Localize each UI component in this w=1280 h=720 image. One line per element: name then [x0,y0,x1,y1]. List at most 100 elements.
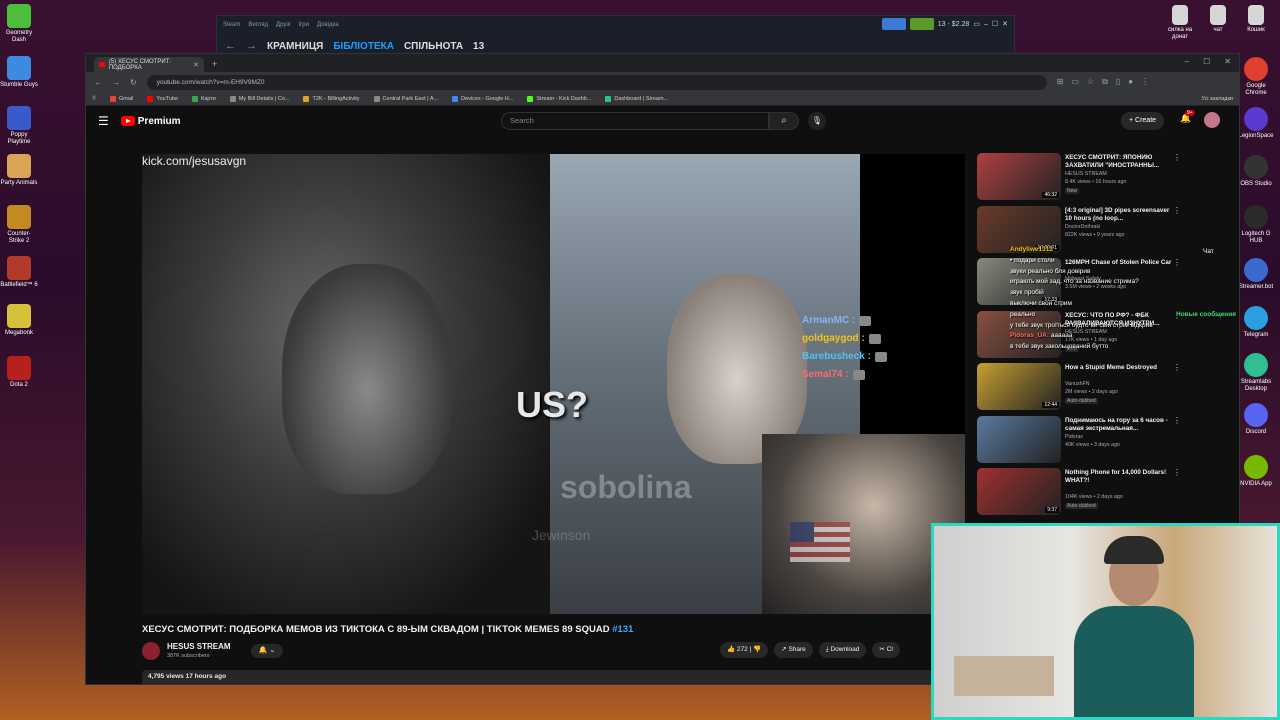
video-player[interactable]: kick.com/jesusavgn US? sobolina Jewinson… [142,154,965,614]
bookmark-item[interactable]: Devices - Google H... [452,95,513,102]
tab-close-icon[interactable]: ✕ [193,61,199,69]
desktop-shortcut[interactable]: Кошик [1238,5,1274,34]
desktop-shortcut[interactable]: OBS Studio [1238,155,1274,188]
steam-menu-item[interactable]: Steam [223,22,240,28]
steam-wallet[interactable]: 13 - $2.28 [938,21,970,28]
desktop-shortcut[interactable]: Stumble Guys [0,56,38,89]
desktop-shortcut[interactable]: Counter-Strike 2 [0,205,38,245]
desktop-shortcut[interactable]: чат [1200,5,1236,34]
desktop-shortcut[interactable]: Discord [1238,403,1274,436]
minimize-icon[interactable]: ▭ [973,20,980,28]
desktop-shortcut[interactable]: Poppy Playtime [0,106,38,146]
new-tab-icon[interactable]: + [212,57,217,72]
reload-icon[interactable]: ↻ [130,78,137,87]
search-input[interactable]: Search [501,112,769,130]
video-thumbnail[interactable]: 9:37 [977,468,1061,515]
recommended-video[interactable]: 9:37 Nothing Phone for 14,000 Dollars! WH… [977,466,1237,519]
steam-menu-item[interactable]: Вигляд [248,22,268,28]
desktop-shortcut[interactable]: Party Animals [0,154,38,187]
desktop-shortcut[interactable]: Geometry Dash [0,4,38,44]
video-thumbnail[interactable]: 46:32 [977,153,1061,200]
clip-button[interactable]: ✂ Cl [872,642,900,658]
more-options-icon[interactable]: ⋮ [1173,206,1181,215]
steam-menu-item[interactable]: Ігри [298,22,309,28]
recommended-channel[interactable]: VanushFN [1065,381,1090,387]
desktop-shortcut[interactable]: LegionSpace [1238,107,1274,140]
desktop-shortcut[interactable]: силка на донат [1162,5,1198,41]
steam-nav-username[interactable]: 13 [473,41,484,52]
translate-icon[interactable]: ⊞ [1057,77,1064,87]
channel-name[interactable]: HESUS STREAM [167,642,231,651]
bookmark-item[interactable]: Карти [192,95,216,102]
search-button[interactable]: ⌕ [769,112,799,130]
recommended-video[interactable]: Поднимаюсь на гору за 6 часов - самая эк… [977,414,1237,467]
bookmark-item[interactable]: YouTube [147,95,178,102]
account-avatar[interactable] [1204,112,1220,128]
hamburger-menu-icon[interactable]: ☰ [98,114,109,128]
youtube-logo[interactable]: Premium [120,116,181,127]
apps-icon[interactable]: ⠿ [92,96,96,102]
download-button[interactable]: ⤓ Download [818,642,867,658]
menu-icon[interactable]: ⋮ [1141,77,1149,87]
restore-icon[interactable]: – [984,21,988,28]
notification-icon[interactable] [909,18,934,30]
back-arrow-icon[interactable]: ← [225,40,236,52]
thumbs-down-icon[interactable]: | 👎 [750,646,762,653]
forward-arrow-icon[interactable]: → [246,40,257,52]
desktop-shortcut[interactable]: Megabonk [0,304,38,337]
recommended-title[interactable]: How a Stupid Meme Destroyed [1065,364,1173,372]
recommended-channel[interactable]: HESUS STREAM [1065,171,1107,177]
more-options-icon[interactable]: ⋮ [1173,153,1181,162]
all-bookmarks-button[interactable]: Усі закладки [1201,96,1233,102]
close-icon[interactable]: ✕ [1002,20,1008,28]
more-options-icon[interactable]: ⋮ [1173,468,1181,477]
notifications-button[interactable]: 🔔 9+ [1180,110,1195,124]
maximize-icon[interactable]: ☐ [992,20,998,28]
create-button[interactable]: + Create [1121,112,1165,130]
desktop-shortcut[interactable]: NVIDIA App [1238,455,1274,488]
share-button[interactable]: ↗ Share [774,642,813,658]
recommended-video[interactable]: 46:32 ХЕСУС СМОТРИТ: ЯПОНИЮ ЗАХВАТИЛИ "ИН… [977,151,1237,204]
more-options-icon[interactable]: ⋮ [1173,363,1181,372]
cast-icon[interactable]: ▭ [1071,77,1079,87]
maximize-icon[interactable]: ☐ [1203,57,1210,66]
voice-search-button[interactable]: 🎙 [808,112,826,130]
desktop-shortcut[interactable]: Dota 2 [0,356,38,389]
back-icon[interactable]: ← [94,78,102,87]
recommended-title[interactable]: Nothing Phone for 14,000 Dollars! WHAT?! [1065,469,1173,485]
sidebar-icon[interactable]: ▯ [1116,77,1120,87]
steam-menu-item[interactable]: Довідка [317,22,339,28]
more-options-icon[interactable]: ⋮ [1173,416,1181,425]
desktop-shortcut[interactable]: Logitech G HUB [1238,205,1274,245]
minimize-icon[interactable]: – [1185,57,1189,66]
url-field[interactable]: youtube.com/watch?v=m-EH9V9MZ0 [146,74,1047,90]
subscribe-bell-button[interactable]: 🔔 ⌄ [251,644,283,658]
video-thumbnail[interactable]: 12:44 [977,363,1061,410]
description-box[interactable]: 4,795 views 17 hours ago [142,670,932,684]
bookmark-item[interactable]: T2K - BillingActivity [303,95,360,102]
steam-nav-library[interactable]: БІБЛІОТЕКА [333,41,394,52]
steam-nav-community[interactable]: СПІЛЬНОТА [404,41,463,52]
recommended-title[interactable]: ХЕСУС СМОТРИТ: ЯПОНИЮ ЗАХВАТИЛИ "ИНОСТРА… [1065,154,1173,170]
recommended-title[interactable]: [4:3 original] 3D pipes screensaver 10 h… [1065,207,1173,223]
bookmark-item[interactable]: My Bill Details | Co... [229,95,289,102]
close-icon[interactable]: ✕ [1224,57,1231,66]
desktop-shortcut[interactable]: Streamlabs Desktop [1238,353,1274,393]
recommended-video[interactable]: 12:44 How a Stupid Meme Destroyed VanushFN… [977,361,1237,414]
channel-avatar[interactable] [142,642,160,660]
video-thumbnail[interactable] [977,415,1061,463]
bookmark-item[interactable]: Dashboard | Stream... [605,95,668,102]
bookmark-star-icon[interactable]: ☆ [1087,77,1094,87]
bookmark-item[interactable]: Central Park East | A... [373,95,438,102]
browser-tab[interactable]: (5) ХЕСУС СМОТРИТ: ПОДБОРКА ✕ [94,57,204,72]
recommended-title[interactable]: Поднимаюсь на гору за 6 часов - самая эк… [1065,417,1173,433]
new-messages-indicator[interactable]: Новые сообщения [1176,311,1236,318]
steam-nav-store[interactable]: КРАМНИЦЯ [267,41,323,52]
profile-icon[interactable]: ● [1128,77,1133,87]
bookmark-item[interactable]: Gmail [110,95,133,102]
bookmark-item[interactable]: Stream - Kick Dashb... [527,95,591,102]
like-button[interactable]: 👍 272 | 👎 [720,642,769,658]
announce-icon[interactable] [881,18,906,30]
steam-menu-item[interactable]: Друзі [276,22,290,28]
recommended-channel[interactable]: Pidoras [1065,434,1083,440]
